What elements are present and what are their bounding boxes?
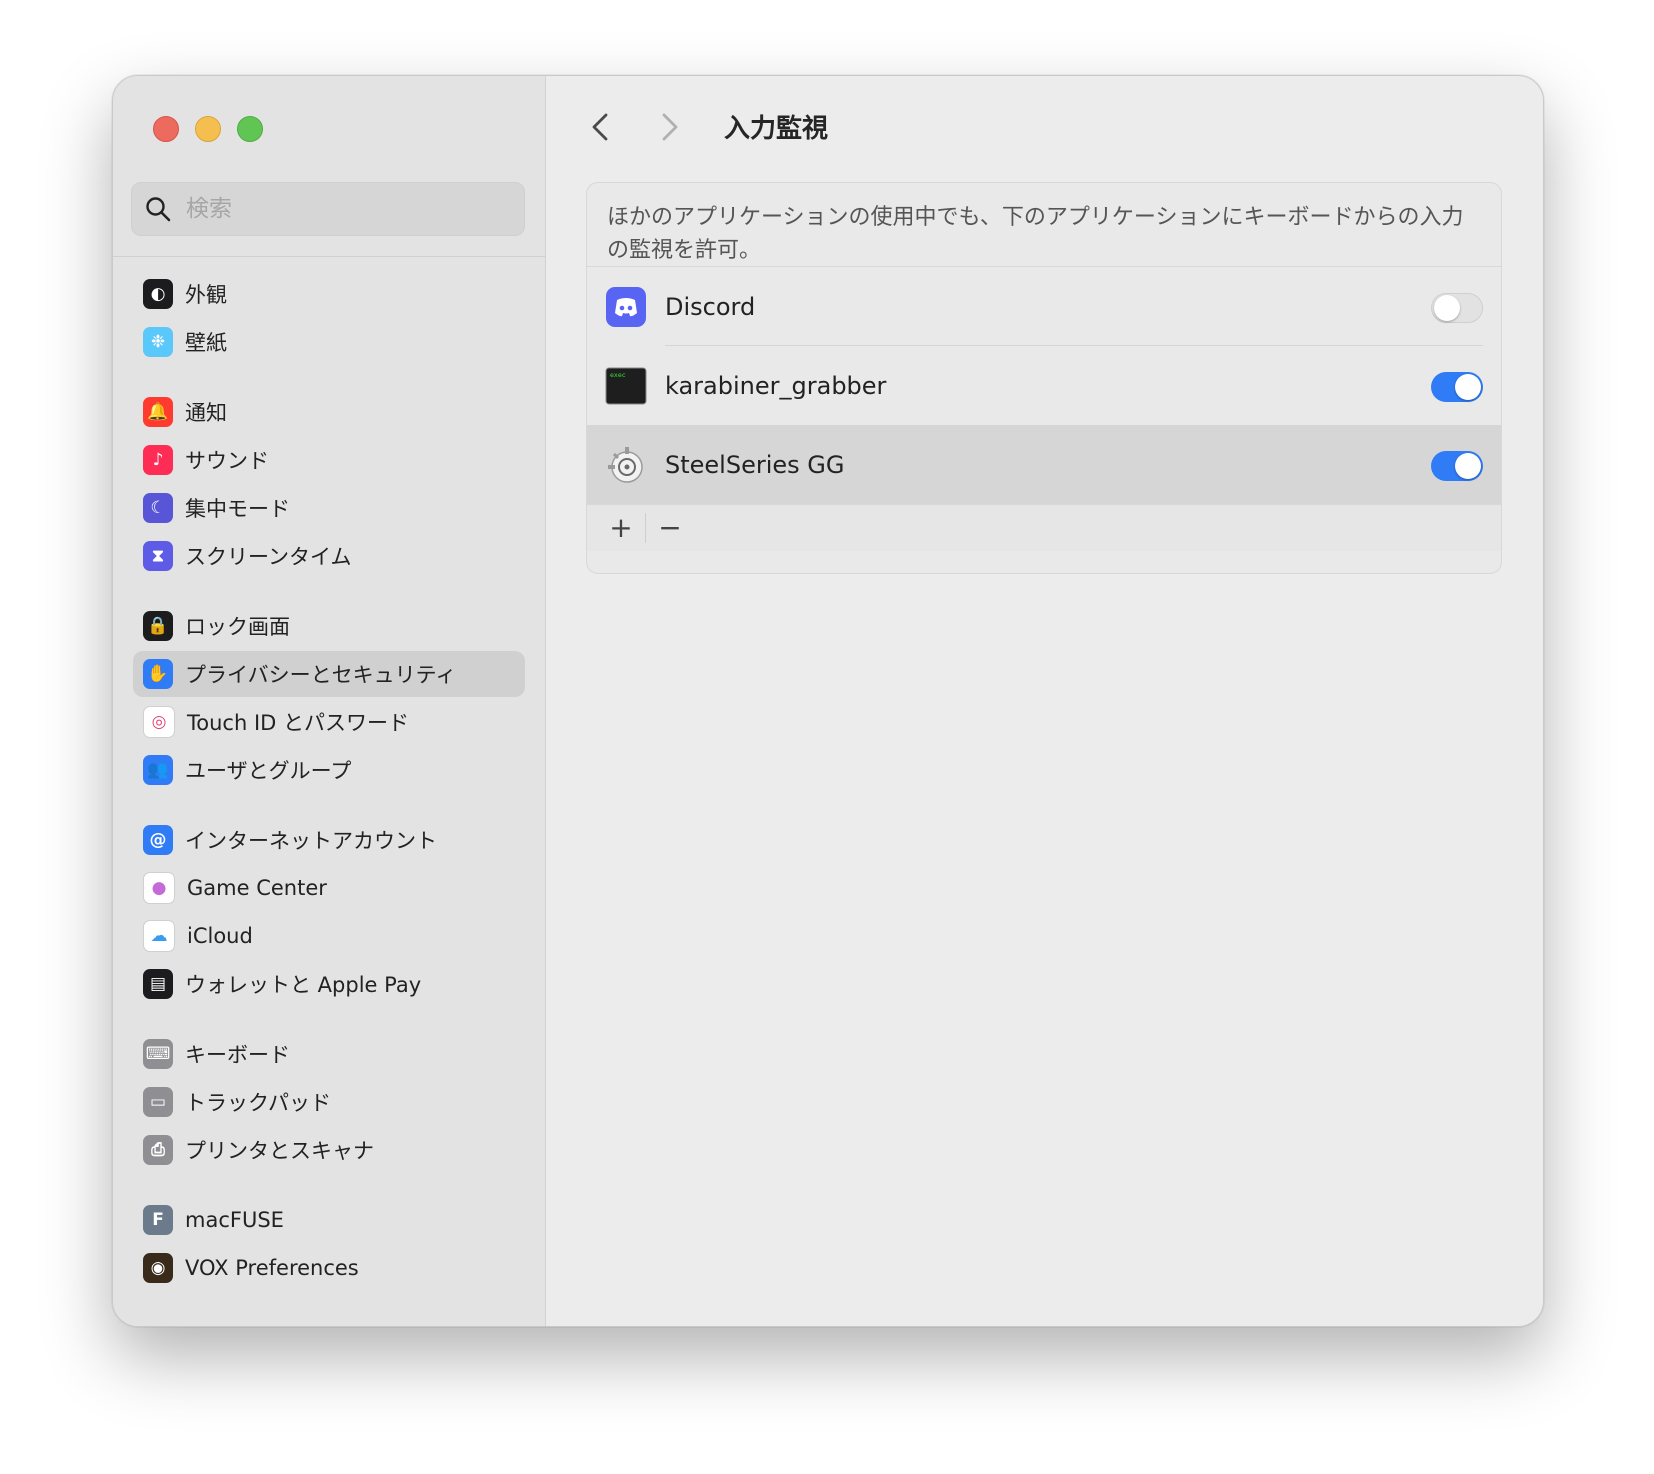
footer-divider <box>645 513 646 543</box>
speaker-icon: ♪ <box>143 445 173 475</box>
sidebar-item[interactable]: ♪ サウンド <box>133 437 525 483</box>
remove-button[interactable]: − <box>650 505 690 551</box>
sidebar-item[interactable]: ☾ 集中モード <box>133 485 525 531</box>
sidebar-item[interactable]: ◎ Touch ID とパスワード <box>133 699 525 745</box>
sidebar-item[interactable]: ❉ 壁紙 <box>133 319 525 365</box>
app-name: karabiner_grabber <box>665 371 887 400</box>
hourglass-icon: ⧗ <box>143 541 173 571</box>
app-row-karabiner[interactable]: exec karabiner_grabber <box>587 346 1501 425</box>
wallpaper-icon: ❉ <box>143 327 173 357</box>
sidebar-item-label: プライバシーとセキュリティ <box>185 663 457 687</box>
at-icon: @ <box>143 825 173 855</box>
printer-icon: ⎙ <box>143 1135 173 1165</box>
moon-icon: ☾ <box>143 493 173 523</box>
appearance-icon: ◐ <box>143 279 173 309</box>
search-icon <box>146 197 171 222</box>
forward-button[interactable] <box>652 110 686 144</box>
exec-terminal-icon: exec <box>605 367 647 404</box>
sidebar-item-label: VOX Preferences <box>185 1256 359 1280</box>
sidebar-item-label: Touch ID とパスワード <box>187 711 409 735</box>
sidebar-item[interactable]: ◉ VOX Preferences <box>133 1245 525 1291</box>
sidebar-item[interactable]: ◐ 外観 <box>133 271 525 317</box>
sidebar-item-label: サウンド <box>185 449 269 473</box>
app-name: Discord <box>665 292 756 321</box>
page-title: 入力監視 <box>724 114 829 144</box>
sidebar-item-label: プリンタとスキャナ <box>185 1139 374 1163</box>
discord-icon <box>606 286 646 327</box>
sidebar-item-label: iCloud <box>187 924 253 948</box>
karabiner-toggle[interactable] <box>1431 372 1483 402</box>
list-footer: + − <box>587 504 1501 551</box>
keyboard-icon: ⌨ <box>143 1039 173 1069</box>
app-row-discord[interactable]: Discord <box>587 267 1501 346</box>
sidebar-item[interactable]: ☁ iCloud <box>133 913 525 959</box>
sidebar-item[interactable]: ● Game Center <box>133 865 525 911</box>
app-row-steelseries[interactable]: SteelSeries GG <box>587 425 1501 504</box>
traffic-lights <box>153 116 263 142</box>
main-pane: 入力監視 ほかのアプリケーションの使用中でも、下のアプリケーションにキーボードか… <box>546 76 1543 1326</box>
search-field[interactable] <box>131 182 525 236</box>
sidebar-item-label: 通知 <box>185 401 227 425</box>
sidebar-item-label: ロック画面 <box>185 615 290 639</box>
sidebar-item[interactable]: ✋ プライバシーとセキュリティ <box>133 651 525 697</box>
permission-description: ほかのアプリケーションの使用中でも、下のアプリケーションにキーボードからの入力の… <box>587 183 1501 267</box>
sidebar-item[interactable]: ▭ トラックパッド <box>133 1079 525 1125</box>
svg-text:exec: exec <box>610 371 626 379</box>
sidebar-nav: ◐ 外観 ❉ 壁紙 🔔 通知 ♪ サウンド ☾ 集中モード ⧗ スクリーンタイム 🔒 ロック画面 ✋ プライバ… <box>133 271 525 1293</box>
settings-window: ◐ 外観 ❉ 壁紙 🔔 通知 ♪ サウンド ☾ 集中モード ⧗ スクリーンタイム 🔒 ロック画面 ✋ プライバ… <box>112 75 1544 1327</box>
sidebar-item-label: インターネットアカウント <box>185 829 437 853</box>
vox-icon: ◉ <box>143 1253 173 1283</box>
sidebar-item-label: ユーザとグループ <box>185 759 352 783</box>
minimize-button[interactable] <box>195 116 221 142</box>
sidebar-item[interactable]: ▤ ウォレットと Apple Pay <box>133 961 525 1007</box>
close-button[interactable] <box>153 116 179 142</box>
sidebar-item[interactable]: ⧗ スクリーンタイム <box>133 533 525 579</box>
trackpad-icon: ▭ <box>143 1087 173 1117</box>
app-name: SteelSeries GG <box>665 450 845 479</box>
sidebar-item[interactable]: FmacFUSE <box>133 1197 525 1243</box>
sidebar-item-label: 集中モード <box>185 497 290 521</box>
toggle-knob <box>1434 295 1460 321</box>
wallet-icon: ▤ <box>143 969 173 999</box>
search-input[interactable] <box>184 195 508 223</box>
toggle-knob <box>1455 453 1481 479</box>
sidebar-divider <box>113 256 545 257</box>
sidebar-item-label: トラックパッド <box>185 1091 331 1115</box>
steelseries-icon <box>608 446 643 483</box>
sidebar-item[interactable]: 🔔 通知 <box>133 389 525 435</box>
sidebar-item-label: 壁紙 <box>185 331 227 355</box>
cloud-icon: ☁ <box>143 920 175 952</box>
sidebar-item-label: キーボード <box>185 1043 290 1067</box>
back-button[interactable] <box>584 110 618 144</box>
lock-icon: 🔒 <box>143 611 173 641</box>
macfuse-icon: F <box>143 1205 173 1235</box>
sidebar: ◐ 外観 ❉ 壁紙 🔔 通知 ♪ サウンド ☾ 集中モード ⧗ スクリーンタイム 🔒 ロック画面 ✋ プライバ… <box>113 76 546 1326</box>
sidebar-item-label: macFUSE <box>185 1208 284 1232</box>
game-center-icon: ● <box>143 872 175 904</box>
toggle-knob <box>1455 374 1481 400</box>
bell-icon: 🔔 <box>143 397 173 427</box>
sidebar-item[interactable]: ⌨ キーボード <box>133 1031 525 1077</box>
sidebar-item-label: Game Center <box>187 876 327 900</box>
add-button[interactable]: + <box>601 505 641 551</box>
discord-toggle[interactable] <box>1431 293 1483 323</box>
sidebar-item[interactable]: @ インターネットアカウント <box>133 817 525 863</box>
fingerprint-icon: ◎ <box>143 706 175 738</box>
hand-icon: ✋ <box>143 659 173 689</box>
steelseries-toggle[interactable] <box>1431 451 1483 481</box>
app-list-card: ほかのアプリケーションの使用中でも、下のアプリケーションにキーボードからの入力の… <box>586 182 1502 574</box>
sidebar-item[interactable]: 🔒 ロック画面 <box>133 603 525 649</box>
sidebar-item-label: ウォレットと Apple Pay <box>185 973 422 997</box>
sidebar-item[interactable]: 👥 ユーザとグループ <box>133 747 525 793</box>
users-icon: 👥 <box>143 755 173 785</box>
sidebar-item-label: 外観 <box>185 283 227 307</box>
sidebar-item[interactable]: ⎙ プリンタとスキャナ <box>133 1127 525 1173</box>
zoom-button[interactable] <box>237 116 263 142</box>
sidebar-item-label: スクリーンタイム <box>185 545 352 569</box>
